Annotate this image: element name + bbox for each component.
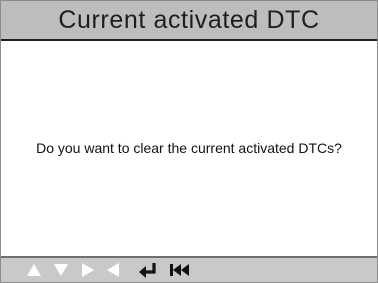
down-arrow-icon xyxy=(54,264,68,276)
right-key-button[interactable] xyxy=(79,258,97,282)
dialog-content: Do you want to clear the current activat… xyxy=(1,41,377,256)
down-key-button[interactable] xyxy=(52,258,70,282)
confirm-message: Do you want to clear the current activat… xyxy=(36,139,342,156)
up-arrow-icon xyxy=(27,264,41,276)
up-key-button[interactable] xyxy=(25,258,43,282)
back-to-start-key-button[interactable] xyxy=(167,258,193,282)
back-to-start-icon xyxy=(170,264,189,276)
left-arrow-icon xyxy=(107,263,119,277)
function-key-bar xyxy=(1,256,377,282)
enter-key-button[interactable] xyxy=(136,258,160,282)
left-key-button[interactable] xyxy=(104,258,122,282)
scan-tool-screen: Current activated DTC Do you want to cle… xyxy=(0,0,378,283)
page-title: Current activated DTC xyxy=(58,5,320,34)
title-bar: Current activated DTC xyxy=(1,1,377,41)
enter-icon xyxy=(139,263,156,278)
right-arrow-icon xyxy=(82,263,94,277)
